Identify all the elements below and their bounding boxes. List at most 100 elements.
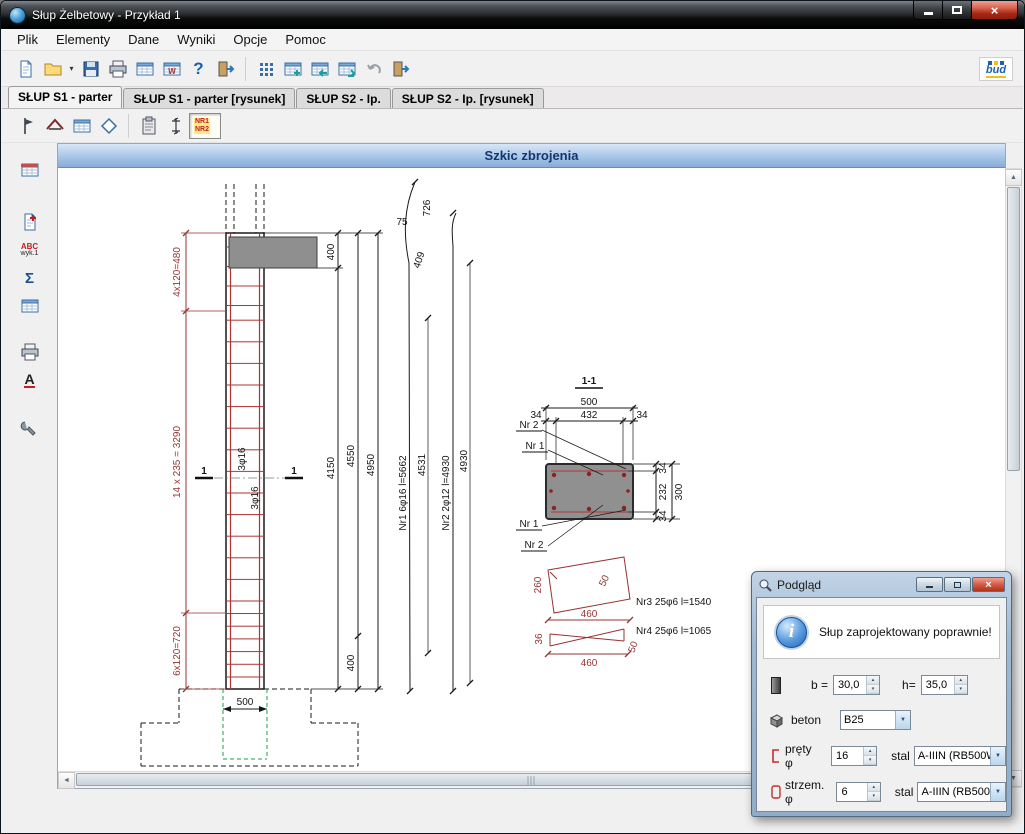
beton-select[interactable]: B25 ▼	[840, 710, 911, 730]
concrete-icon	[767, 713, 785, 728]
dim-label: 34	[658, 462, 669, 474]
tab-slup-s1-parter[interactable]: SŁUP S1 - parter	[8, 86, 122, 108]
spinner-down-icon[interactable]: ▾	[864, 756, 876, 765]
roof-section-button[interactable]	[41, 112, 68, 139]
dim-label: 400	[346, 654, 357, 671]
add-sketch-button[interactable]	[15, 209, 45, 235]
dropdown-arrow-icon[interactable]: ▼	[895, 711, 910, 729]
sum-button[interactable]: Σ	[15, 265, 45, 291]
help-button[interactable]: ?	[185, 55, 212, 82]
open-file-button[interactable]	[39, 55, 66, 82]
dim-label: 6x120=720	[172, 626, 183, 676]
preview-dialog[interactable]: Podgląd × i Słup zaprojektowany poprawni…	[751, 571, 1012, 817]
spinner-up-icon[interactable]: ▴	[864, 747, 876, 756]
dim-label: 432	[581, 410, 598, 421]
minimize-icon	[926, 586, 933, 588]
print-button[interactable]	[104, 55, 131, 82]
dim-label: 4550	[346, 444, 357, 467]
stal-select-1[interactable]: A-IIIN (RB500W) ▼	[914, 746, 1006, 766]
vertical-scroll-thumb[interactable]	[1007, 187, 1020, 471]
toolbar-separator	[245, 57, 246, 81]
stal-select-2[interactable]: A-IIIN (RB500W) ▼	[917, 782, 1006, 802]
tab-slup-s2-ip-rysunek[interactable]: SŁUP S2 - Ip. [rysunek]	[392, 88, 544, 108]
minimize-button[interactable]	[913, 1, 943, 20]
scroll-left-arrow[interactable]: ◄	[58, 772, 75, 789]
menu-elementy[interactable]: Elementy	[47, 30, 119, 49]
stirrup-details: 260 50 460 Nr3 25φ6 l=1540 36 50 460 Nr4…	[533, 557, 712, 669]
spinner-up-icon[interactable]: ▴	[955, 676, 967, 685]
table-report-button[interactable]	[131, 55, 158, 82]
titlebar[interactable]: Słup Żelbetowy - Przykład 1 ×	[1, 1, 1024, 29]
scroll-up-arrow[interactable]: ▲	[1005, 169, 1022, 186]
minimize-icon	[924, 12, 933, 15]
h-field[interactable]: 35,0 ▴▾	[921, 675, 968, 695]
dialog-message-panel: i Słup zaprojektowany poprawnie!	[763, 605, 1000, 659]
concrete-row: beton B25 ▼	[757, 709, 1006, 731]
strzem-value[interactable]: 6	[837, 783, 866, 801]
dialog-titlebar[interactable]: Podgląd ×	[752, 572, 1011, 597]
new-file-button[interactable]	[12, 55, 39, 82]
grid-view-button[interactable]	[252, 55, 279, 82]
close-icon: ×	[991, 3, 999, 18]
bar-callout: Nr 2	[520, 420, 539, 431]
dropdown-arrow-icon[interactable]: ▼	[990, 747, 1005, 765]
menu-opcje[interactable]: Opcje	[224, 30, 276, 49]
menu-dane[interactable]: Dane	[119, 30, 168, 49]
prety-field[interactable]: 16 ▴▾	[831, 746, 877, 766]
bars-label: 3φ16	[237, 447, 248, 471]
clipboard-button[interactable]	[135, 112, 162, 139]
dialog-maximize-button[interactable]	[944, 577, 971, 592]
table-add-button[interactable]	[279, 55, 306, 82]
bar-numbers-toggle[interactable]: NR1 NR2	[189, 113, 221, 139]
close-button[interactable]: ×	[972, 1, 1018, 20]
section-title: 1-1	[582, 376, 597, 387]
menubar: Plik Elementy Dane Wyniki Opcje Pomoc	[2, 29, 1023, 51]
dim-label: 34	[658, 510, 669, 522]
strzem-field[interactable]: 6 ▴▾	[836, 782, 880, 802]
menu-plik[interactable]: Plik	[8, 30, 47, 49]
font-button[interactable]: A	[15, 367, 45, 393]
beton-label: beton	[791, 713, 821, 727]
spinner-down-icon[interactable]: ▾	[955, 685, 967, 694]
dialog-minimize-button[interactable]	[916, 577, 943, 592]
dim-label: 50	[597, 573, 612, 588]
dialog-message: Słup zaprojektowany poprawnie!	[819, 625, 992, 639]
dim-label: 4531	[417, 453, 428, 476]
tab-slup-s1-parter-rysunek[interactable]: SŁUP S1 - parter [rysunek]	[123, 88, 295, 108]
undo-button[interactable]	[360, 55, 387, 82]
dialog-close-button[interactable]: ×	[972, 577, 1005, 592]
maximize-icon	[954, 582, 961, 588]
table-view-button[interactable]	[68, 112, 95, 139]
pin-button[interactable]	[14, 112, 41, 139]
tab-slup-s2-ip[interactable]: SŁUP S2 - Ip.	[296, 88, 390, 108]
tools-button[interactable]	[15, 415, 45, 441]
spinner-down-icon[interactable]: ▾	[867, 685, 879, 694]
dimension-axis-button[interactable]	[162, 112, 189, 139]
section-mark-right: 1	[291, 466, 297, 477]
prety-value[interactable]: 16	[832, 747, 863, 765]
export-word-button[interactable]: W	[158, 55, 185, 82]
dropdown-arrow-icon[interactable]: ▼	[990, 783, 1005, 801]
b-value[interactable]: 30,0	[834, 676, 866, 694]
diamond-view-button[interactable]	[95, 112, 122, 139]
spinner-up-icon[interactable]: ▴	[868, 783, 880, 792]
dim-label: 460	[581, 658, 598, 669]
strzem-label: strzem. φ	[785, 778, 832, 806]
schedule-table-button[interactable]	[15, 293, 45, 319]
h-value[interactable]: 35,0	[922, 676, 954, 694]
table-copy-button[interactable]	[333, 55, 360, 82]
spinner-down-icon[interactable]: ▾	[868, 792, 880, 801]
menu-wyniki[interactable]: Wyniki	[168, 30, 224, 49]
abc-report-button[interactable]: ABCwyk.1	[15, 237, 45, 263]
print-drawing-button[interactable]	[15, 339, 45, 365]
maximize-button[interactable]	[943, 1, 972, 20]
results-table-button[interactable]	[15, 157, 45, 183]
open-file-caret[interactable]: ▾	[66, 55, 77, 82]
spinner-up-icon[interactable]: ▴	[867, 676, 879, 685]
table-prev-button[interactable]	[306, 55, 333, 82]
save-button[interactable]	[77, 55, 104, 82]
run-export-button[interactable]	[387, 55, 414, 82]
b-field[interactable]: 30,0 ▴▾	[833, 675, 880, 695]
exit-button[interactable]	[212, 55, 239, 82]
menu-pomoc[interactable]: Pomoc	[276, 30, 334, 49]
